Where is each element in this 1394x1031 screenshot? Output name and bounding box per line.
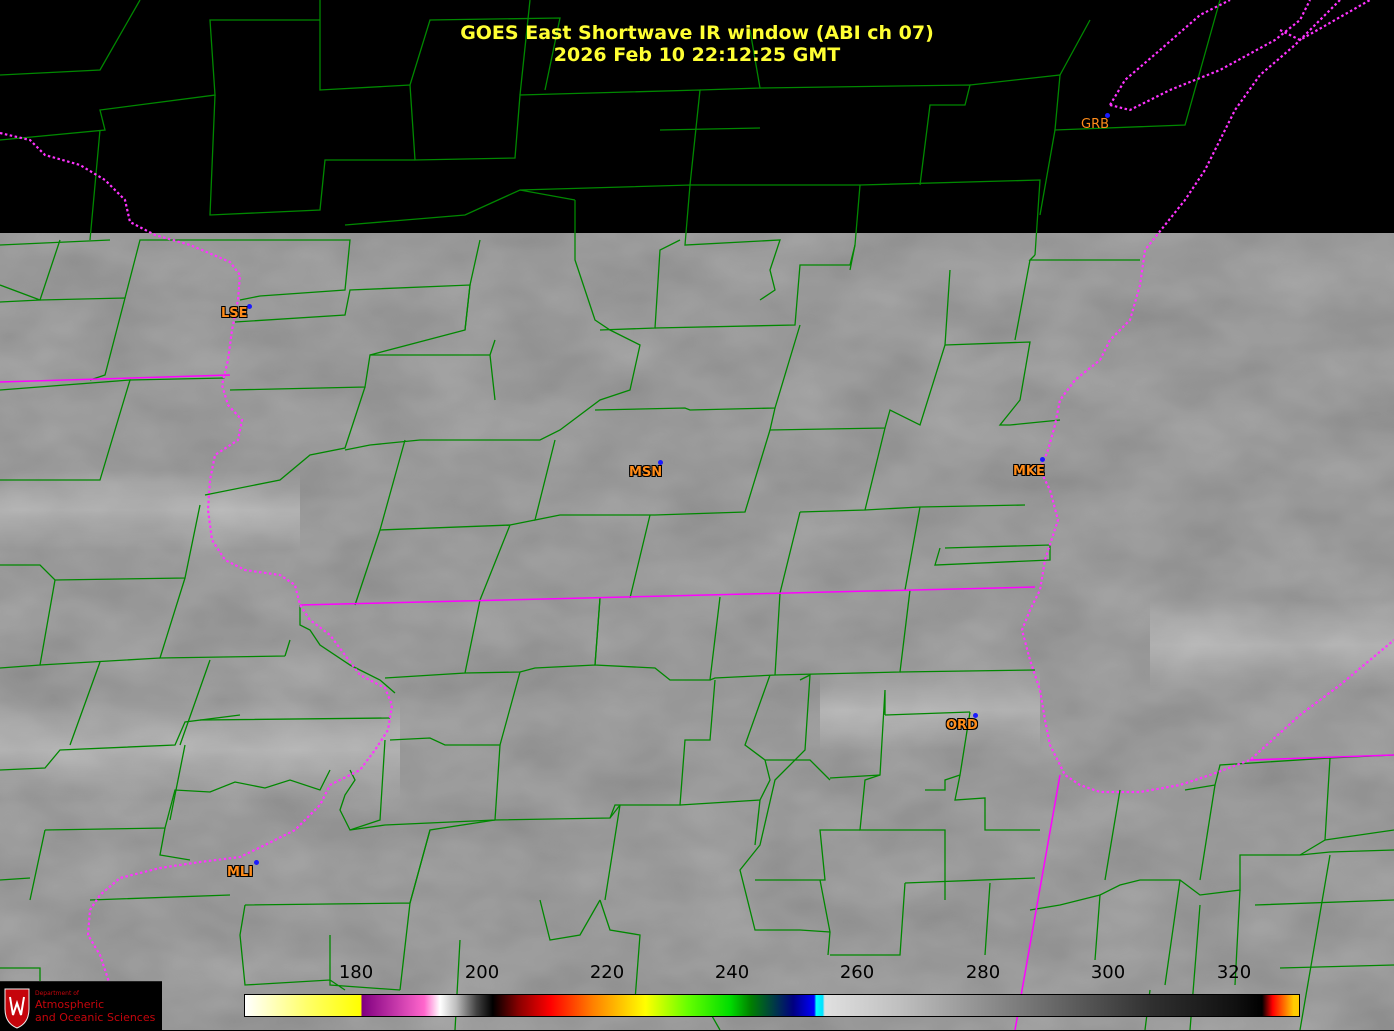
colorbar-tick: 200 [464, 962, 500, 983]
image-timestamp: 2026 Feb 10 22:12:25 GMT [553, 44, 841, 66]
station-label-lse: LSE [221, 306, 248, 321]
colorbar-tick: 300 [1090, 962, 1126, 983]
station-label-ord: ORD [946, 718, 978, 733]
colorbar-tick: 320 [1216, 962, 1252, 983]
station-label-grb: GRB [1081, 117, 1110, 132]
colorbar-tick: 240 [714, 962, 750, 983]
image-title: GOES East Shortwave IR window (ABI ch 07… [460, 22, 934, 44]
colorbar-tick: 180 [338, 962, 374, 983]
logo-line2: and Oceanic Sciences [35, 1011, 156, 1024]
logo-line1: Atmospheric [35, 998, 105, 1011]
colorbar-tick: 220 [589, 962, 625, 983]
station-dot-mli [254, 860, 259, 865]
university-crest-icon [4, 988, 30, 1029]
department-logo: Department of Atmospheric and Oceanic Sc… [0, 981, 162, 1031]
station-label-mli: MLI [227, 865, 254, 880]
station-label-mke: MKE [1013, 464, 1045, 479]
station-dot-mke [1040, 457, 1045, 462]
logo-department: Department of [35, 990, 79, 997]
colorbar-tick: 260 [839, 962, 875, 983]
temperature-colorbar [244, 994, 1300, 1017]
satellite-map [0, 0, 1394, 1030]
colorbar-tick: 280 [965, 962, 1001, 983]
station-label-msn: MSN [629, 465, 663, 480]
